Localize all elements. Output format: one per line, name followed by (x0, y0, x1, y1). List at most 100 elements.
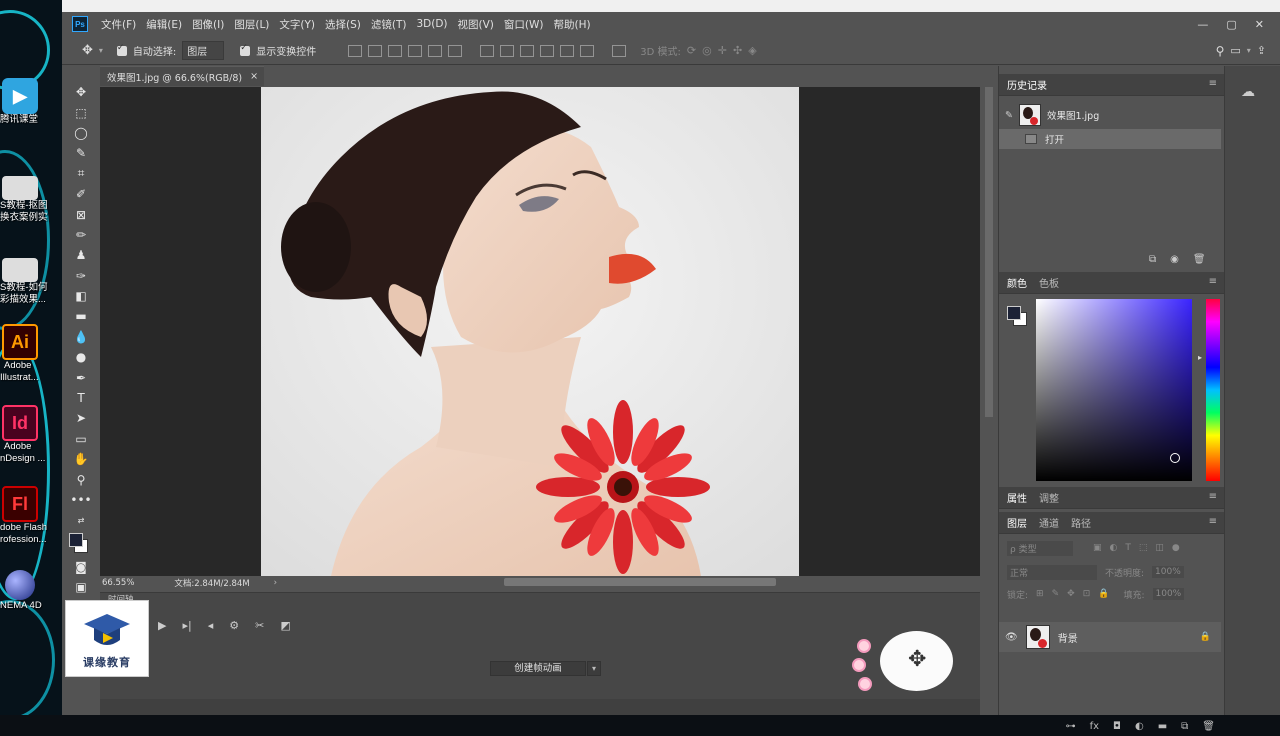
desktop-icon-illustrator[interactable]: Ai Adobe Illustrat... (0, 324, 62, 384)
gradient-tool-icon[interactable]: ▬ (66, 306, 96, 326)
create-frame-animation-button[interactable]: 创建帧动画 (490, 661, 586, 676)
tab-adjustments[interactable]: 调整 (1039, 490, 1059, 505)
distribute-middle-icon[interactable] (500, 44, 515, 57)
rectangle-tool-icon[interactable]: ▭ (66, 429, 96, 449)
search-icon[interactable]: ⚲ (1216, 44, 1225, 58)
maximize-button[interactable]: ▢ (1226, 18, 1236, 31)
panel-menu-icon[interactable]: ≡ (1209, 78, 1217, 89)
lock-transparent-icon[interactable]: ⊞ (1036, 589, 1044, 599)
menu-image[interactable]: 图像(I) (187, 17, 229, 32)
settings-gear-icon[interactable]: ⚙ (229, 619, 239, 632)
menu-help[interactable]: 帮助(H) (549, 17, 596, 32)
auto-select-dropdown[interactable]: 图层 (182, 41, 225, 60)
filter-toggle-icon[interactable]: ● (1172, 543, 1180, 553)
document-size-info[interactable]: 文档:2.84M/2.84M (174, 577, 249, 589)
more-tools-icon[interactable]: ••• (66, 490, 96, 510)
swap-colors-icon[interactable]: ⇄ (66, 510, 96, 530)
tab-swatches[interactable]: 色板 (1039, 275, 1059, 290)
link-layers-icon[interactable]: ⊶ (1066, 721, 1076, 732)
new-document-from-state-icon[interactable]: ⧉ (1149, 254, 1156, 265)
distribute-center-icon[interactable] (560, 44, 575, 57)
workspace-icon[interactable]: ▭ (1230, 44, 1240, 57)
3d-roll-icon[interactable]: ◎ (702, 44, 712, 57)
auto-align-icon[interactable] (612, 44, 627, 57)
foreground-color-swatch[interactable] (69, 532, 83, 547)
menu-file[interactable]: 文件(F) (96, 17, 141, 32)
align-middle-icon[interactable] (368, 44, 383, 57)
trash-icon[interactable]: 🗑 (1193, 254, 1206, 265)
fx-icon[interactable]: fx (1090, 721, 1099, 732)
hue-slider[interactable] (1206, 299, 1220, 481)
tab-layers[interactable]: 图层 (1007, 515, 1027, 530)
color-swatches[interactable] (66, 531, 96, 557)
history-step-row[interactable]: 打开 (999, 129, 1221, 149)
opacity-input[interactable]: 100% (1152, 566, 1184, 578)
color-picker-cursor[interactable] (1170, 453, 1180, 463)
chevron-down-icon[interactable]: ▾ (99, 46, 103, 55)
fill-input[interactable]: 100% (1152, 588, 1185, 600)
distribute-right-icon[interactable] (580, 44, 595, 57)
distribute-left-icon[interactable] (540, 44, 555, 57)
menu-filter[interactable]: 滤镜(T) (366, 17, 412, 32)
transition-icon[interactable]: ◩ (280, 619, 290, 632)
document-tab[interactable]: 效果图1.jpg @ 66.6%(RGB/8) × (100, 66, 264, 86)
filter-adjustment-icon[interactable]: ◐ (1110, 543, 1118, 553)
history-brush-tool-icon[interactable]: ✑ (66, 266, 96, 286)
layer-name[interactable]: 背景 (1058, 630, 1078, 645)
3d-orbit-icon[interactable]: ⟳ (687, 44, 696, 57)
screen-mode-icon[interactable]: ▣ (66, 577, 96, 597)
desktop-icon-ps-tutorial-1[interactable]: S教程-抠图 换衣案例实 (0, 176, 62, 224)
desktop-icon-indesign[interactable]: Id Adobe nDesign ... (0, 405, 62, 465)
menu-select[interactable]: 选择(S) (320, 17, 366, 32)
type-tool-icon[interactable]: T (66, 388, 96, 408)
brush-tool-icon[interactable]: ✏ (66, 225, 96, 245)
show-transform-checkbox[interactable] (240, 43, 251, 56)
3d-pan-icon[interactable]: ✛ (718, 44, 727, 57)
canvas-vertical-scrollbar[interactable] (985, 87, 993, 417)
chevron-right-icon[interactable]: › (274, 578, 277, 588)
hue-slider-pointer[interactable]: ▸ (1198, 353, 1202, 362)
menu-window[interactable]: 窗口(W) (499, 17, 549, 32)
canvas-area[interactable] (100, 87, 980, 576)
lock-all-icon[interactable]: 🔒 (1098, 589, 1109, 599)
eraser-tool-icon[interactable]: ◧ (66, 286, 96, 306)
layer-kind-filter[interactable]: ρ 类型 (1007, 540, 1073, 556)
healing-brush-tool-icon[interactable]: ⊠ (66, 204, 96, 224)
zoom-level[interactable]: 66.55% (102, 578, 134, 588)
share-icon[interactable]: ⇪ (1257, 44, 1280, 57)
blur-tool-icon[interactable]: 💧 (66, 327, 96, 347)
next-frame-icon[interactable]: ▸| (182, 619, 191, 632)
zoom-tool-icon[interactable]: ⚲ (66, 469, 96, 489)
eye-visibility-icon[interactable]: 👁 (1005, 632, 1018, 643)
align-left-icon[interactable] (408, 44, 423, 57)
libraries-icon[interactable]: ☁ (1241, 84, 1255, 100)
color-panel-foreground-swatch[interactable] (1007, 306, 1021, 320)
clone-stamp-tool-icon[interactable]: ♟ (66, 245, 96, 265)
blend-mode-dropdown[interactable]: 正常 (1007, 564, 1097, 580)
chevron-down-icon[interactable]: ▾ (587, 661, 601, 676)
desktop-icon-ps-tutorial-2[interactable]: S教程-如何 彩描效果... (0, 258, 62, 306)
filter-shape-icon[interactable]: ⬚ (1139, 543, 1148, 553)
quick-mask-icon[interactable]: ◙ (66, 557, 96, 577)
desktop-icon-cinema4d[interactable]: NEMA 4D (0, 570, 62, 612)
dodge-tool-icon[interactable]: ● (66, 347, 96, 367)
path-select-tool-icon[interactable]: ➤ (66, 408, 96, 428)
auto-select-checkbox[interactable] (116, 43, 127, 56)
move-tool-icon[interactable]: ✥ (82, 43, 93, 58)
tab-color[interactable]: 颜色 (1007, 275, 1027, 290)
audio-icon[interactable]: ◂ (208, 619, 214, 632)
chevron-down-icon[interactable]: ▾ (1247, 46, 1251, 55)
filter-pixel-icon[interactable]: ▣ (1093, 543, 1102, 553)
split-scissors-icon[interactable]: ✂ (255, 619, 264, 632)
menu-type[interactable]: 文字(Y) (274, 17, 320, 32)
lock-artboard-icon[interactable]: ⊡ (1083, 589, 1091, 599)
history-snapshot-row[interactable]: ✎ 效果图1.jpg (999, 101, 1221, 129)
layer-row[interactable]: 👁 背景 🔒 (999, 622, 1221, 652)
filter-type-icon[interactable]: T (1125, 543, 1131, 553)
crop-tool-icon[interactable]: ⌗ (66, 164, 96, 184)
tab-properties[interactable]: 属性 (1007, 490, 1027, 505)
filter-smart-object-icon[interactable]: ◫ (1155, 543, 1164, 553)
eyedropper-tool-icon[interactable]: ✐ (66, 184, 96, 204)
play-icon[interactable]: ▶ (158, 619, 166, 632)
align-bottom-icon[interactable] (388, 44, 403, 57)
